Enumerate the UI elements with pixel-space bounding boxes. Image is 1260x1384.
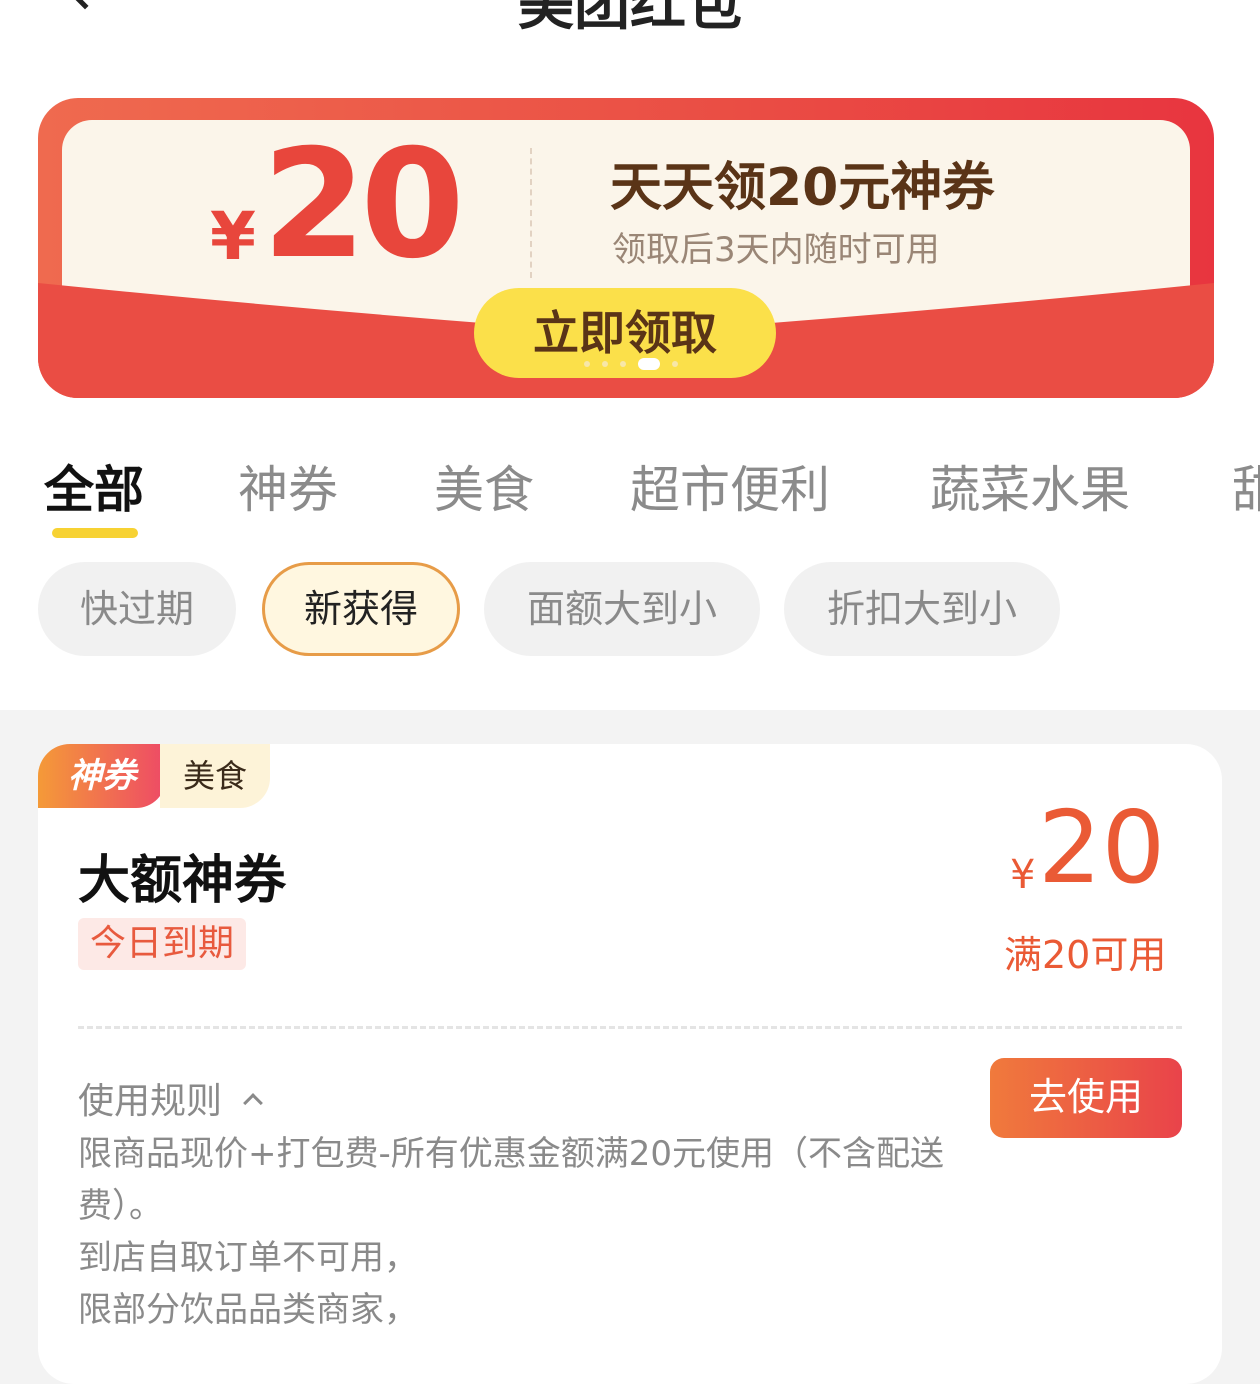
banner-title: 天天领20元神券 xyxy=(610,158,995,218)
top-area: 美团红包 ¥ 20 天天领20元神券 领取后3天内随时可用 立即领取 全部 神券… xyxy=(0,0,1260,710)
coupon-value: 20 xyxy=(1038,789,1166,906)
coupon-title: 大额神券 xyxy=(78,851,287,911)
chevron-up-icon xyxy=(243,1093,263,1113)
filter-value-high-to-low[interactable]: 面额大到小 xyxy=(484,562,760,656)
banner-amount: 20 xyxy=(262,118,465,292)
active-tab-indicator xyxy=(52,528,138,538)
tab-supermarket[interactable]: 超市便利 xyxy=(630,450,830,522)
carousel-dot[interactable] xyxy=(620,361,626,367)
use-coupon-button[interactable]: 去使用 xyxy=(990,1058,1182,1138)
carousel-dot[interactable] xyxy=(602,361,608,367)
tab-all[interactable]: 全部 xyxy=(44,450,144,522)
coupon-currency: ¥ xyxy=(1010,852,1036,898)
carousel-dot-active[interactable] xyxy=(638,358,660,370)
banner-subtitle: 领取后3天内随时可用 xyxy=(612,230,940,270)
rule-text: 限部分饮品品类商家， xyxy=(78,1290,418,1330)
filter-newly-acquired[interactable]: 新获得 xyxy=(262,562,460,656)
tab-dessert[interactable]: 甜 xyxy=(1232,450,1260,522)
tab-coupons[interactable]: 神券 xyxy=(238,450,338,522)
rules-label: 使用规则 xyxy=(78,1081,223,1122)
rule-text: 费）。 xyxy=(78,1186,163,1226)
filter-expiring-soon[interactable]: 快过期 xyxy=(38,562,236,656)
rule-text: 到店自取订单不可用， xyxy=(78,1238,418,1278)
expire-tag: 今日到期 xyxy=(78,918,247,970)
coupon-condition: 满20可用 xyxy=(1004,933,1167,977)
carousel-dot[interactable] xyxy=(672,361,678,367)
coupon-badge-primary: 神券 xyxy=(38,744,166,808)
tab-vegetables-fruit[interactable]: 蔬菜水果 xyxy=(930,450,1130,522)
banner-divider xyxy=(530,148,532,278)
tab-food[interactable]: 美食 xyxy=(434,450,534,522)
promo-banner[interactable]: ¥ 20 天天领20元神券 领取后3天内随时可用 立即领取 xyxy=(38,98,1214,398)
filter-discount-high-to-low[interactable]: 折扣大到小 xyxy=(784,562,1060,656)
dashed-divider xyxy=(78,1026,1182,1029)
page-title: 美团红包 xyxy=(518,0,742,38)
rule-text: 限商品现价+打包费-所有优惠金额满20元使用（不含配送 xyxy=(78,1134,945,1174)
banner-currency: ¥ xyxy=(210,198,256,275)
rules-toggle[interactable]: 使用规则 xyxy=(78,1072,263,1124)
carousel-dots xyxy=(584,358,678,370)
carousel-dot[interactable] xyxy=(584,361,590,367)
coupon-badge-category: 美食 xyxy=(160,744,270,808)
